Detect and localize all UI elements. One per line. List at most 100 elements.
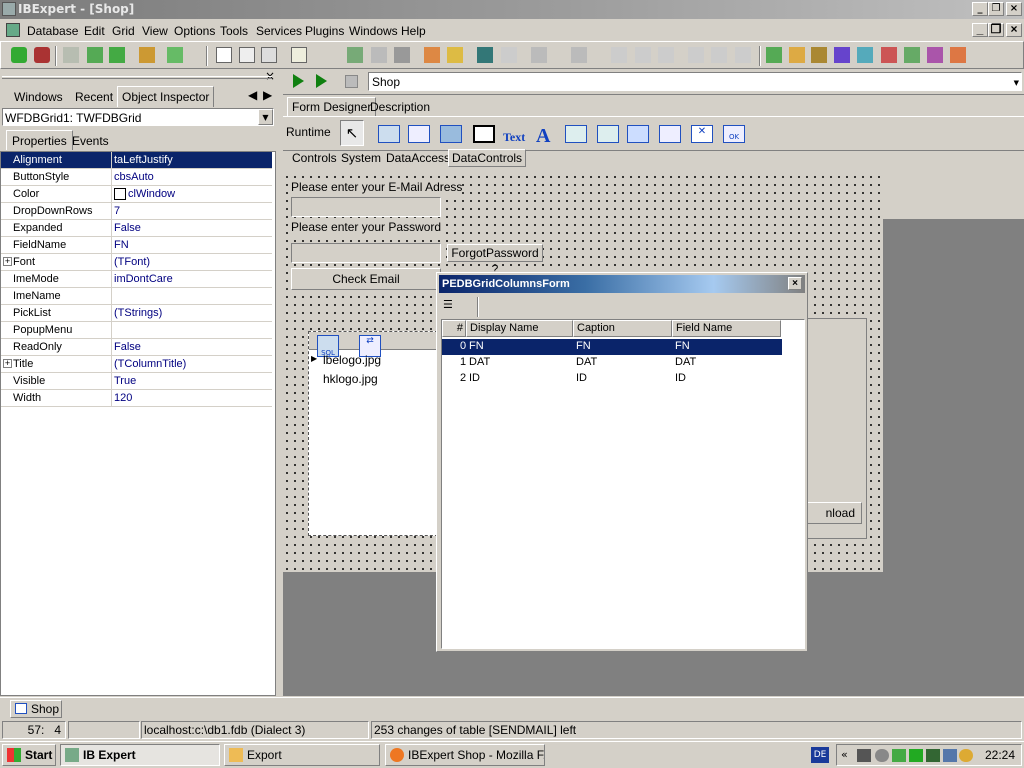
new-table-icon[interactable] <box>766 47 782 63</box>
tab-properties[interactable]: Properties <box>6 130 73 150</box>
tool-combo-icon[interactable] <box>597 125 619 143</box>
property-value[interactable] <box>111 322 114 338</box>
menu-windows[interactable]: Windows <box>349 24 398 38</box>
palette-tab-controls[interactable]: Controls <box>292 151 337 165</box>
property-row[interactable]: + Title (TColumnTitle) <box>1 356 272 373</box>
tab-scroll-right-icon[interactable]: ▶ <box>263 88 272 102</box>
new-role-icon[interactable] <box>950 47 966 63</box>
new-view-icon[interactable] <box>789 47 805 63</box>
tab-scroll-left-icon[interactable]: ◀ <box>248 88 257 102</box>
property-row[interactable]: Color clWindow <box>1 186 272 203</box>
tool-image-icon[interactable] <box>440 125 462 143</box>
mdi-minimize-button[interactable]: _ <box>972 23 988 37</box>
menu-options[interactable]: Options <box>174 24 215 38</box>
db-grid-component[interactable]: SQL ⇄ ▶ lbelogo.jpg hklogo.jpg <box>308 331 444 536</box>
tool-list-icon[interactable] <box>565 125 587 143</box>
palette-tab-datacontrols[interactable]: DataControls <box>448 149 527 167</box>
undo-icon[interactable] <box>735 47 751 63</box>
new-domain-icon[interactable] <box>927 47 943 63</box>
tab-recent[interactable]: Recent <box>75 90 113 104</box>
task-firefox[interactable]: IBExpert Shop - Mozilla F... <box>385 744 545 766</box>
tool-label-icon[interactable] <box>408 125 430 143</box>
tray-app7-icon[interactable] <box>959 749 973 762</box>
col-header-field-name[interactable]: Field Name <box>672 320 781 337</box>
tab-object-inspector[interactable]: Object Inspector <box>117 86 215 107</box>
menu-edit[interactable]: Edit <box>84 24 105 38</box>
language-indicator[interactable]: DE <box>811 747 829 763</box>
object-select[interactable]: WFDBGrid1: TWFDBGrid ▼ <box>2 108 274 126</box>
tool-ok-button-icon[interactable]: OK <box>723 125 745 143</box>
save-all-icon[interactable] <box>261 47 277 63</box>
expand-plus-icon[interactable]: + <box>3 359 12 368</box>
property-row[interactable]: Expanded False <box>1 220 272 237</box>
table-row[interactable]: 0 FN FN FN <box>442 339 782 355</box>
run-step-icon[interactable] <box>316 74 327 88</box>
reconnect-icon[interactable] <box>109 47 125 63</box>
new-trigger-icon[interactable] <box>834 47 850 63</box>
users-icon[interactable] <box>424 47 440 63</box>
register-db-icon[interactable] <box>11 47 27 63</box>
property-value[interactable]: (TStrings) <box>111 305 162 321</box>
start-button[interactable]: Start <box>2 744 56 766</box>
property-row[interactable]: Width 120 <box>1 390 272 407</box>
replace-icon[interactable] <box>711 47 727 63</box>
property-row[interactable]: DropDownRows 7 <box>1 203 272 220</box>
menu-view[interactable]: View <box>142 24 168 38</box>
tool-text-icon[interactable]: Text <box>503 130 525 145</box>
copy-icon[interactable] <box>635 47 651 63</box>
property-value[interactable]: (TColumnTitle) <box>111 356 186 372</box>
grant-icon[interactable] <box>347 47 363 63</box>
property-value[interactable]: taLeftJustify <box>111 152 173 168</box>
menu-tools[interactable]: Tools <box>220 24 248 38</box>
palette-tab-dataaccess[interactable]: DataAccess <box>386 151 450 165</box>
save-icon[interactable] <box>571 47 587 63</box>
col-header-caption[interactable]: Caption <box>573 320 672 337</box>
connect-icon[interactable] <box>63 47 79 63</box>
property-value[interactable] <box>111 288 114 304</box>
forgot-password-button[interactable]: ForgotPassword ? <box>447 244 543 276</box>
mdi-restore-button[interactable]: ❐ <box>988 23 1004 37</box>
tool-grid-icon[interactable] <box>627 125 649 143</box>
menu-help[interactable]: Help <box>401 24 426 38</box>
cut-icon[interactable] <box>611 47 627 63</box>
property-value[interactable]: False <box>111 220 141 236</box>
property-value[interactable]: clWindow <box>111 186 175 202</box>
property-row[interactable]: ButtonStyle cbsAuto <box>1 169 272 186</box>
paste-icon[interactable] <box>658 47 674 63</box>
property-value[interactable]: True <box>111 373 136 389</box>
palette-tab-system[interactable]: System <box>341 151 381 165</box>
key-icon[interactable] <box>447 47 463 63</box>
tray-app4-icon[interactable] <box>909 749 923 762</box>
book-icon[interactable] <box>477 47 493 63</box>
task-export[interactable]: Export <box>224 744 380 766</box>
tab-events[interactable]: Events <box>72 134 109 148</box>
dialog-close-icon[interactable]: × <box>788 277 802 290</box>
add-column-icon[interactable]: ☰ <box>443 298 461 314</box>
tray-app3-icon[interactable] <box>892 749 906 762</box>
form-panel[interactable]: nload <box>804 318 867 539</box>
property-value[interactable]: FN <box>111 237 129 253</box>
tool-button-icon[interactable] <box>378 125 400 143</box>
property-value[interactable]: imDontCare <box>111 271 173 287</box>
property-row[interactable]: ImeName <box>1 288 272 305</box>
expand-plus-icon[interactable]: + <box>3 257 12 266</box>
tool-checkbox-icon[interactable]: ✕ <box>691 125 713 143</box>
property-row[interactable]: PickList (TStrings) <box>1 305 272 322</box>
tool-edit-icon[interactable] <box>659 125 681 143</box>
pointer-tool-icon[interactable]: ↖ <box>340 120 364 146</box>
property-row[interactable]: ImeMode imDontCare <box>1 271 272 288</box>
db-explorer-icon[interactable] <box>139 47 155 63</box>
col-header-index[interactable]: # <box>442 320 466 337</box>
download-button[interactable]: nload <box>804 502 862 524</box>
disconnect-icon[interactable] <box>87 47 103 63</box>
new-icon[interactable] <box>216 47 232 63</box>
property-row[interactable]: Alignment taLeftJustify <box>1 152 272 169</box>
property-value[interactable]: cbsAuto <box>111 169 154 185</box>
doc-icon[interactable] <box>501 47 517 63</box>
property-row[interactable]: + Font (TFont) <box>1 254 272 271</box>
tray-app6-icon[interactable] <box>943 749 957 762</box>
new-exception-icon[interactable] <box>881 47 897 63</box>
grid-row-0[interactable]: lbelogo.jpg <box>323 353 381 367</box>
task-ibexpert[interactable]: IB Expert <box>60 744 220 766</box>
property-row[interactable]: Visible True <box>1 373 272 390</box>
